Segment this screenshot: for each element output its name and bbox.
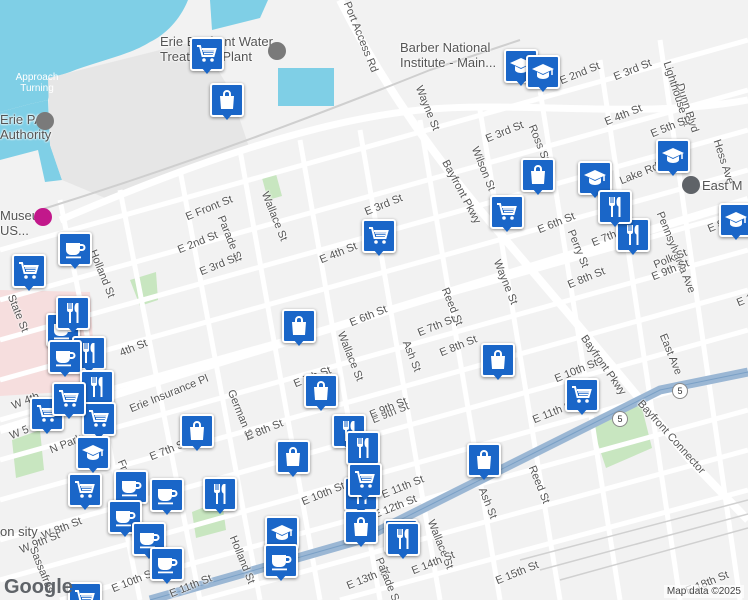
cart-marker[interactable] <box>68 473 102 513</box>
cup-marker[interactable] <box>150 478 184 518</box>
grad-cap-marker[interactable] <box>656 139 690 179</box>
bag-marker[interactable] <box>481 343 515 383</box>
grad-cap-marker[interactable] <box>76 436 110 476</box>
grad-cap-marker[interactable] <box>719 203 748 243</box>
bag-icon <box>481 343 515 377</box>
cart-marker[interactable] <box>68 582 102 600</box>
cup-marker[interactable] <box>264 544 298 584</box>
place-label: East M <box>702 178 743 193</box>
cart-marker[interactable] <box>490 195 524 235</box>
map-data-credit[interactable]: Map data ©2025 <box>663 585 744 598</box>
poi-dot-icon[interactable] <box>268 42 286 60</box>
cup-icon <box>150 547 184 581</box>
google-logo[interactable]: Google <box>4 576 73 599</box>
place-label: on sity <box>0 524 38 539</box>
cutlery-marker[interactable] <box>386 522 420 562</box>
route-shield-icon: 5 <box>672 383 688 399</box>
cart-icon <box>12 254 46 288</box>
bag-marker[interactable] <box>467 443 501 483</box>
cart-marker[interactable] <box>52 382 86 422</box>
cart-icon <box>82 402 116 436</box>
cup-icon <box>264 544 298 578</box>
reservoir <box>278 68 334 106</box>
place-label: Approach Turning <box>15 72 59 94</box>
poi-dot-icon[interactable] <box>34 208 52 226</box>
cart-marker[interactable] <box>362 219 396 259</box>
poi-dot-icon[interactable] <box>36 112 54 130</box>
cart-icon <box>362 219 396 253</box>
bag-marker[interactable] <box>304 374 338 414</box>
cart-marker[interactable] <box>190 37 224 77</box>
place-label: Barber National Institute - Main... <box>400 40 497 70</box>
cart-icon <box>52 382 86 416</box>
cart-marker[interactable] <box>565 378 599 418</box>
map-canvas[interactable]: Port Access Rd Wayne St Wilson St Ross St Du… <box>0 0 748 600</box>
bag-marker[interactable] <box>276 440 310 480</box>
grad-cap-icon <box>656 139 690 173</box>
bag-icon <box>276 440 310 474</box>
bag-icon <box>210 83 244 117</box>
cutlery-marker[interactable] <box>598 190 632 230</box>
grad-cap-icon <box>76 436 110 470</box>
bag-icon <box>304 374 338 408</box>
cutlery-marker[interactable] <box>203 477 237 517</box>
cutlery-icon <box>598 190 632 224</box>
cart-icon <box>490 195 524 229</box>
cup-icon <box>58 232 92 266</box>
bag-marker[interactable] <box>282 309 316 349</box>
bag-marker[interactable] <box>521 158 555 198</box>
grad-cap-icon <box>526 55 560 89</box>
cup-icon <box>48 340 82 374</box>
bag-icon <box>467 443 501 477</box>
bag-marker[interactable] <box>344 510 378 550</box>
bag-icon <box>521 158 555 192</box>
cart-icon <box>565 378 599 412</box>
cup-marker[interactable] <box>150 547 184 587</box>
cutlery-icon <box>346 431 380 465</box>
cutlery-icon <box>203 477 237 511</box>
bag-icon <box>180 414 214 448</box>
cup-marker[interactable] <box>58 232 92 272</box>
cart-icon <box>68 473 102 507</box>
grad-cap-icon <box>719 203 748 237</box>
cart-marker[interactable] <box>348 463 382 503</box>
cart-icon <box>190 37 224 71</box>
channel-water <box>210 0 268 30</box>
bag-marker[interactable] <box>210 83 244 123</box>
bag-icon <box>282 309 316 343</box>
bag-marker[interactable] <box>180 414 214 454</box>
cup-marker[interactable] <box>48 340 82 380</box>
cup-icon <box>114 470 148 504</box>
cart-marker[interactable] <box>12 254 46 294</box>
cart-icon <box>348 463 382 497</box>
cart-icon <box>68 582 102 600</box>
cutlery-marker[interactable] <box>56 296 90 336</box>
cutlery-icon <box>386 522 420 556</box>
cup-icon <box>150 478 184 512</box>
grad-cap-marker[interactable] <box>526 55 560 95</box>
bag-icon <box>344 510 378 544</box>
route-shield-icon: 5 <box>612 411 628 427</box>
cutlery-icon <box>56 296 90 330</box>
